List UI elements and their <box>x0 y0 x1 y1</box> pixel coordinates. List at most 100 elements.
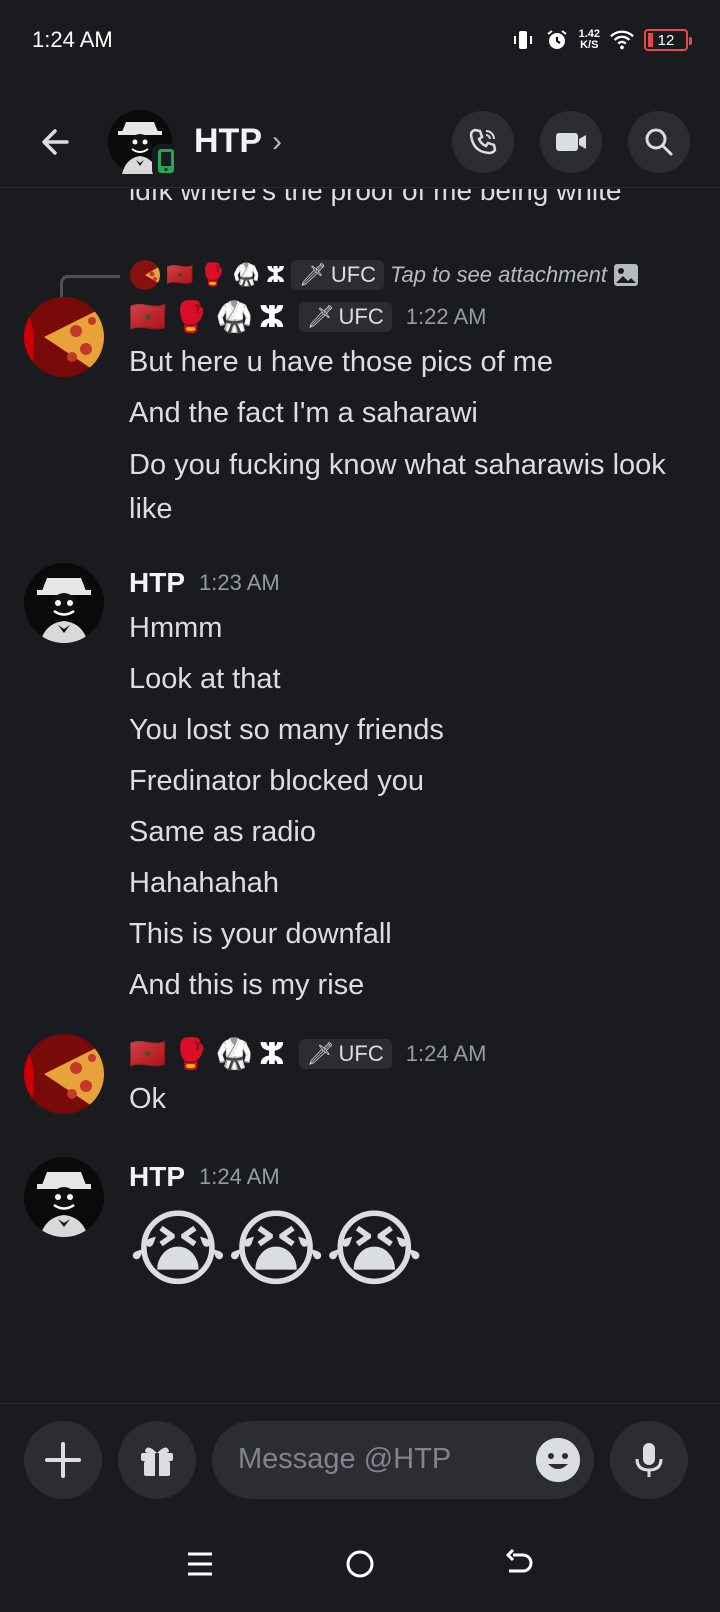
battery-indicator: 12 <box>644 29 692 51</box>
message-line[interactable]: And this is my rise <box>129 960 700 1011</box>
status-time: 1:24 AM <box>32 27 113 52</box>
message-input[interactable] <box>238 1443 518 1476</box>
reply-reference[interactable]: 🇲🇦 🥊 🥋 ⵣ 🗡 UFC Tap to see attachment <box>60 259 639 303</box>
message-line: idfk where's the proof of me being white <box>129 189 622 206</box>
search-button[interactable] <box>628 110 690 173</box>
emoji-message[interactable]: 😭 😭 😭 <box>129 1201 700 1297</box>
role-tag-label: UFC <box>338 304 384 329</box>
badge-emoji: 🥋 <box>215 1037 254 1071</box>
badge-emoji: ⵣ <box>259 1037 285 1071</box>
image-icon <box>613 264 638 286</box>
author-badges[interactable]: 🇲🇦 🥊 🥋 ⵣ <box>129 1037 285 1072</box>
smiley-icon <box>536 1437 580 1482</box>
timestamp: 1:24 AM <box>199 1164 280 1189</box>
sword-icon: 🗡 <box>306 1041 335 1066</box>
badge-emoji: 🇲🇦 <box>129 1037 167 1071</box>
badge-emoji: 🇲🇦 <box>129 300 167 334</box>
arrow-left-icon <box>42 128 69 155</box>
message-list[interactable]: idfk where's the proof of me being white… <box>0 189 720 1402</box>
avatar[interactable] <box>24 1157 104 1237</box>
message-line[interactable]: You lost so many friends <box>129 705 700 756</box>
video-call-button[interactable] <box>540 110 602 173</box>
message-line[interactable]: Hahahahah <box>129 858 700 909</box>
status-icons: 1.42 K/S 12 <box>511 28 692 52</box>
circle-home-icon <box>346 1550 374 1577</box>
voice-call-button[interactable] <box>452 110 514 173</box>
recent-apps-button[interactable] <box>170 1534 230 1594</box>
sword-icon: 🗡 <box>298 262 327 287</box>
voice-message-button[interactable] <box>610 1420 688 1499</box>
badge-emoji: 🥋 <box>232 262 261 287</box>
badge-emoji: 🥊 <box>172 300 210 334</box>
reply-text: Tap to see attachment <box>390 262 607 287</box>
header-title-text: HTP <box>194 122 262 160</box>
back-nav-button[interactable] <box>490 1534 550 1594</box>
page-title[interactable]: HTP › <box>194 122 426 161</box>
avatar[interactable] <box>24 563 104 643</box>
message-line[interactable]: Look at that <box>129 654 700 705</box>
back-button[interactable] <box>30 117 80 167</box>
htp-avatar-image <box>24 563 104 643</box>
message-line[interactable]: Same as radio <box>129 807 700 858</box>
message-line[interactable]: Do you fucking know what saharawis look … <box>129 439 700 531</box>
pizza-avatar-image <box>24 1034 104 1114</box>
avatar[interactable] <box>24 1034 104 1114</box>
avatar[interactable] <box>108 109 180 178</box>
author-name[interactable]: HTP <box>129 567 185 599</box>
badge-emoji: ⵣ <box>259 300 285 334</box>
chat-header: HTP › <box>0 96 720 188</box>
wifi-icon <box>610 28 634 52</box>
loudly-crying-emoji: 😭 <box>325 1202 424 1296</box>
role-tag-label: UFC <box>338 1041 384 1066</box>
badge-emoji: 🥊 <box>172 1037 210 1071</box>
system-nav-bar <box>0 1515 720 1612</box>
badge-emoji: 🇲🇦 <box>166 262 194 287</box>
badge-emoji: ⵣ <box>266 262 285 287</box>
pizza-avatar-mini <box>130 260 160 290</box>
message-line[interactable]: Hmmm <box>129 603 700 654</box>
chevron-right-icon: › <box>272 124 282 158</box>
badge-emoji: 🥊 <box>199 262 227 287</box>
message-line[interactable]: And the fact I'm a saharawi <box>129 388 700 439</box>
message-composer <box>0 1403 720 1515</box>
emoji-picker-button[interactable] <box>536 1437 580 1482</box>
menu-icon <box>188 1552 212 1575</box>
message-header: HTP 1:24 AM <box>129 1157 700 1197</box>
vibrate-icon <box>511 28 535 52</box>
gift-icon <box>141 1446 173 1476</box>
back-arrow-icon <box>505 1548 533 1572</box>
htp-avatar-image <box>24 1157 104 1237</box>
status-bar: 1:24 AM 1.42 K/S 12 <box>0 0 720 80</box>
sword-icon: 🗡 <box>306 304 335 329</box>
message-input-wrapper <box>212 1420 594 1499</box>
role-tag: 🗡 UFC <box>298 302 392 332</box>
net-speed-unit: K/S <box>580 39 599 51</box>
phone-icon <box>469 128 497 154</box>
home-button[interactable] <box>330 1534 390 1594</box>
message-line[interactable]: Ok <box>129 1074 700 1125</box>
mobile-status-icon <box>152 143 180 178</box>
message-line[interactable]: Fredinator blocked you <box>129 756 700 807</box>
message-header: 🇲🇦 🥊 🥋 ⵣ 🗡 UFC 1:22 AM <box>129 297 700 337</box>
role-tag: 🗡 UFC <box>298 1039 392 1069</box>
alarm-icon <box>545 28 569 52</box>
message-header: 🇲🇦 🥊 🥋 ⵣ 🗡 UFC 1:24 AM <box>129 1034 700 1074</box>
plus-icon <box>45 1441 81 1478</box>
net-speed: 1.42 K/S <box>579 29 600 51</box>
message-header: HTP 1:23 AM <box>129 563 700 603</box>
loudly-crying-emoji: 😭 <box>129 1202 228 1296</box>
author-badges[interactable]: 🇲🇦 🥊 🥋 ⵣ <box>129 300 285 335</box>
author-name[interactable]: HTP <box>129 1161 185 1193</box>
gift-button[interactable] <box>118 1420 196 1499</box>
video-camera-icon <box>556 132 586 151</box>
timestamp: 1:24 AM <box>405 1041 487 1066</box>
avatar[interactable] <box>24 297 104 377</box>
badge-emoji: 🥋 <box>215 300 254 334</box>
attach-button[interactable] <box>24 1420 102 1499</box>
microphone-icon <box>635 1442 663 1477</box>
message-line[interactable]: This is your downfall <box>129 909 700 960</box>
role-tag: 🗡 UFC <box>290 260 385 290</box>
timestamp: 1:23 AM <box>199 570 280 595</box>
timestamp: 1:22 AM <box>405 304 487 329</box>
message-line[interactable]: But here u have those pics of me <box>129 337 700 388</box>
